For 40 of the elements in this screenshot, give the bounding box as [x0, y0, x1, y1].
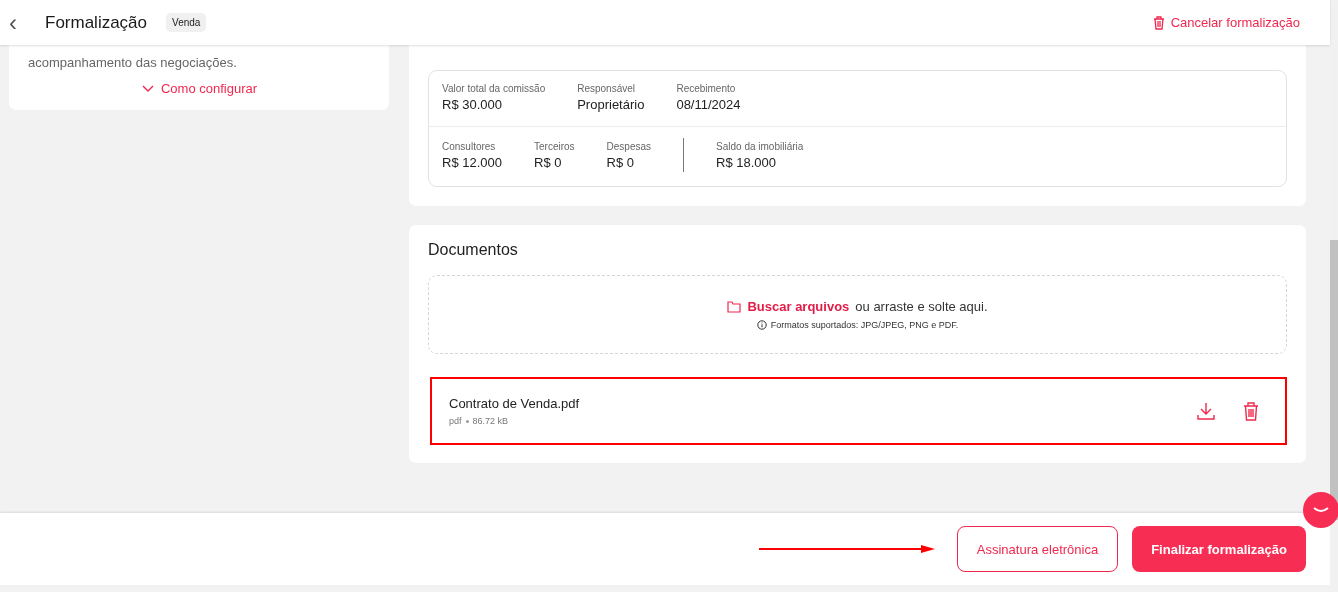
formats-hint: Formatos suportados: JPG/JPEG, PNG e PDF.	[770, 320, 959, 330]
trash-icon	[1243, 401, 1259, 421]
field-label: Saldo da imobiliária	[716, 140, 804, 152]
trash-icon	[1152, 15, 1165, 30]
field-value: R$ 0	[606, 154, 636, 170]
field-label: Recebimento	[676, 83, 737, 94]
back-button[interactable]: ‹	[6, 10, 20, 35]
file-size: 86.72 kB	[472, 416, 509, 426]
info-text: acompanhamento das negociações.	[28, 54, 238, 72]
download-icon	[1197, 402, 1215, 420]
cancel-button[interactable]: Cancelar formalização	[1152, 15, 1300, 30]
info-icon	[756, 320, 767, 330]
field-value: R$ 30.000	[442, 97, 503, 112]
field-value: Proprietário	[577, 97, 645, 112]
folder-icon	[727, 300, 742, 313]
smile-icon	[1313, 506, 1329, 514]
field-label: Terceiros	[534, 140, 575, 152]
type-badge: Venda	[166, 13, 207, 32]
field-label: Despesas	[606, 140, 652, 152]
file-dropzone[interactable]: Buscar arquivos ou arraste e solte aqui. Formatos suportados: JPG/JPEG, PNG e PDF.	[428, 275, 1287, 354]
delete-button[interactable]	[1243, 401, 1259, 421]
signature-button[interactable]: Assinatura eletrônica	[956, 526, 1119, 572]
separator-dot	[465, 419, 469, 423]
field-value: 08/11/2024	[676, 97, 741, 112]
section-title: Documentos	[428, 241, 519, 259]
finish-button[interactable]: Finalizar formalização	[1132, 526, 1306, 572]
field-label: Consultores	[442, 140, 497, 152]
field-value: R$ 12.000	[442, 154, 502, 170]
field-value: R$ 0	[534, 154, 563, 170]
file-name: Contrato de Venda.pdf	[449, 396, 581, 411]
file-type: pdf	[449, 416, 462, 426]
download-button[interactable]	[1197, 402, 1215, 420]
field-value: R$ 18.000	[716, 154, 778, 170]
field-label: Responsável	[577, 83, 636, 94]
chevron-down-icon	[141, 84, 154, 93]
configure-link[interactable]: Como configurar	[141, 81, 258, 96]
drop-hint: ou arraste e solte aqui.	[855, 299, 988, 314]
browse-link[interactable]: Buscar arquivos	[747, 299, 850, 314]
page-title: Formalização	[45, 12, 148, 33]
field-label: Valor total da comissão	[442, 83, 546, 94]
